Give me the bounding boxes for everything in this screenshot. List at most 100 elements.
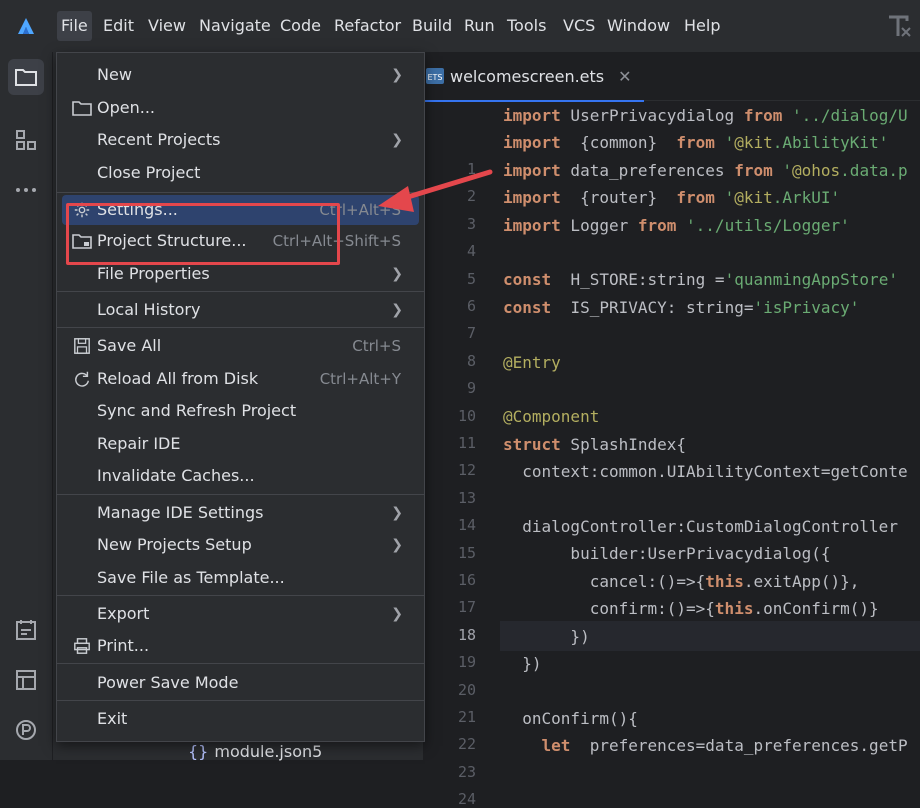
json-file-icon: {}: [188, 742, 209, 761]
menu-run[interactable]: Run: [460, 15, 499, 37]
menu-window[interactable]: Window: [603, 15, 674, 37]
file-menu-dropdown: New ❯ Open... Recent Projects ❯ Close Pr…: [56, 52, 425, 742]
menu-separator: [57, 327, 424, 328]
line-number: 22: [457, 735, 476, 754]
code-line: builder:UserPrivacydialog({: [503, 544, 831, 564]
menu-item-label: Save All: [97, 336, 162, 355]
line-number: 6: [466, 297, 476, 315]
menu-separator: [57, 494, 424, 495]
folder-icon: [72, 101, 92, 116]
printer-icon: [74, 638, 90, 654]
menu-vcs[interactable]: VCS: [559, 15, 599, 37]
menu-tools[interactable]: Tools: [503, 15, 550, 37]
chevron-right-icon: ❯: [391, 537, 403, 553]
save-icon: [74, 338, 90, 354]
annotation-highlight-box: [66, 203, 340, 265]
menu-item-label: New: [97, 65, 132, 84]
editor-tab[interactable]: ETS welcomescreen.ets ✕: [424, 52, 644, 102]
menu-item-manage-ide-settings[interactable]: Manage IDE Settings ❯: [62, 498, 419, 528]
line-number: 24: [457, 790, 476, 808]
code-line: context:common.UIAbilityContext=getConte: [503, 462, 908, 482]
chevron-right-icon: ❯: [391, 606, 403, 622]
menu-item-reload-all[interactable]: Reload All from Disk Ctrl+Alt+Y: [62, 364, 419, 394]
layout-icon: [16, 670, 36, 690]
menu-separator: [57, 291, 424, 292]
profiler-tool-button[interactable]: [8, 712, 44, 748]
menu-help[interactable]: Help: [680, 15, 724, 37]
more-icon: [16, 188, 36, 192]
line-number: 7: [466, 324, 476, 343]
menu-item-label: Export: [97, 604, 150, 623]
code-line: import {router} from '@kit.ArkUI': [503, 188, 841, 208]
close-icon[interactable]: ✕: [618, 67, 631, 86]
tree-item-module-json5[interactable]: {} module.json5: [188, 742, 322, 761]
code-line: }): [503, 654, 542, 673]
editor-tab-bar: ETS welcomescreen.ets ✕: [424, 52, 920, 102]
menu-item-close-project[interactable]: Close Project: [62, 158, 419, 188]
menu-item-label: Print...: [97, 636, 150, 655]
editor[interactable]: ETS welcomescreen.ets ✕ 1 2 3 4 5 6 7 8 9 10 11 12 1…: [424, 52, 920, 808]
menu-item-save-all[interactable]: Save All Ctrl+S: [62, 331, 419, 361]
code-line: }): [503, 626, 590, 646]
line-number: 20: [457, 680, 476, 699]
reload-icon: [75, 371, 90, 387]
code-line: import data_preferences from '@ohos.data…: [503, 160, 908, 180]
tree-item-label: module.json5: [214, 742, 323, 761]
menu-item-label: Recent Projects: [97, 130, 221, 149]
menu-item-new[interactable]: New ❯: [62, 60, 419, 90]
menu-separator: [57, 663, 424, 664]
menu-separator: [57, 192, 424, 193]
menu-item-label: Sync and Refresh Project: [97, 401, 297, 420]
line-number-gutter: 1 2 3 4 5 6 7 8 9 10 11 12 13 14 15 16 17 18 19 20 21 22 23 24: [424, 104, 484, 808]
menu-item-label: Reload All from Disk: [97, 369, 259, 388]
code-line: import {common} from '@kit.AbilityKit': [503, 133, 889, 153]
menu-item-new-projects-setup[interactable]: New Projects Setup ❯: [62, 530, 419, 560]
code-line: const IS_PRIVACY: string='isPrivacy': [503, 297, 860, 317]
todo-tool-button[interactable]: [8, 612, 44, 648]
menu-refactor[interactable]: Refactor: [330, 15, 405, 37]
menu-item-export[interactable]: Export ❯: [62, 599, 419, 629]
tool-window-strip: [0, 52, 53, 760]
menu-item-recent-projects[interactable]: Recent Projects ❯: [62, 125, 419, 155]
more-tools-button[interactable]: [8, 172, 44, 208]
code-line: cancel:()=>{this.exitApp()},: [503, 571, 860, 591]
text-tool-icon[interactable]: [886, 12, 912, 40]
chevron-right-icon: ❯: [391, 67, 403, 83]
line-number: 2: [466, 187, 476, 206]
line-number: 18: [457, 625, 476, 644]
menu-item-save-file-template[interactable]: Save File as Template...: [62, 563, 419, 593]
app-logo-icon[interactable]: [14, 14, 38, 38]
line-number: 4: [466, 242, 476, 261]
profiler-icon: [16, 720, 36, 740]
menu-edit[interactable]: Edit: [99, 15, 138, 37]
menu-item-sync-refresh[interactable]: Sync and Refresh Project: [62, 396, 419, 426]
menu-build[interactable]: Build: [408, 15, 456, 37]
chevron-right-icon: ❯: [391, 302, 403, 318]
menu-item-local-history[interactable]: Local History ❯: [62, 295, 419, 325]
menu-item-label: New Projects Setup: [97, 535, 252, 554]
line-number: 23: [457, 762, 476, 781]
code-line: import Logger from '../utils/Logger': [503, 215, 850, 235]
menu-file[interactable]: File: [57, 11, 92, 41]
project-tool-button[interactable]: [8, 59, 44, 95]
layout-tool-button[interactable]: [8, 662, 44, 698]
menu-item-open[interactable]: Open...: [62, 93, 419, 123]
code-line: @Component: [503, 407, 600, 427]
menu-view[interactable]: View: [144, 15, 190, 37]
code-line: @Entry: [503, 352, 561, 372]
structure-icon: [16, 130, 36, 150]
menu-item-label: Open...: [97, 98, 155, 117]
menu-item-label: Close Project: [97, 163, 201, 182]
menu-item-exit[interactable]: Exit: [62, 704, 419, 734]
structure-tool-button[interactable]: [8, 122, 44, 158]
menu-code[interactable]: Code: [276, 15, 325, 37]
menu-item-invalidate-caches[interactable]: Invalidate Caches...: [62, 461, 419, 491]
menu-item-power-save-mode[interactable]: Power Save Mode: [62, 668, 419, 698]
line-number: 12: [457, 461, 476, 480]
menu-item-repair-ide[interactable]: Repair IDE: [62, 429, 419, 459]
line-number: 8: [466, 351, 476, 370]
line-number: 21: [457, 708, 476, 726]
folder-icon: [15, 69, 37, 86]
menu-navigate[interactable]: Navigate: [195, 15, 275, 37]
menu-item-print[interactable]: Print...: [62, 631, 419, 661]
